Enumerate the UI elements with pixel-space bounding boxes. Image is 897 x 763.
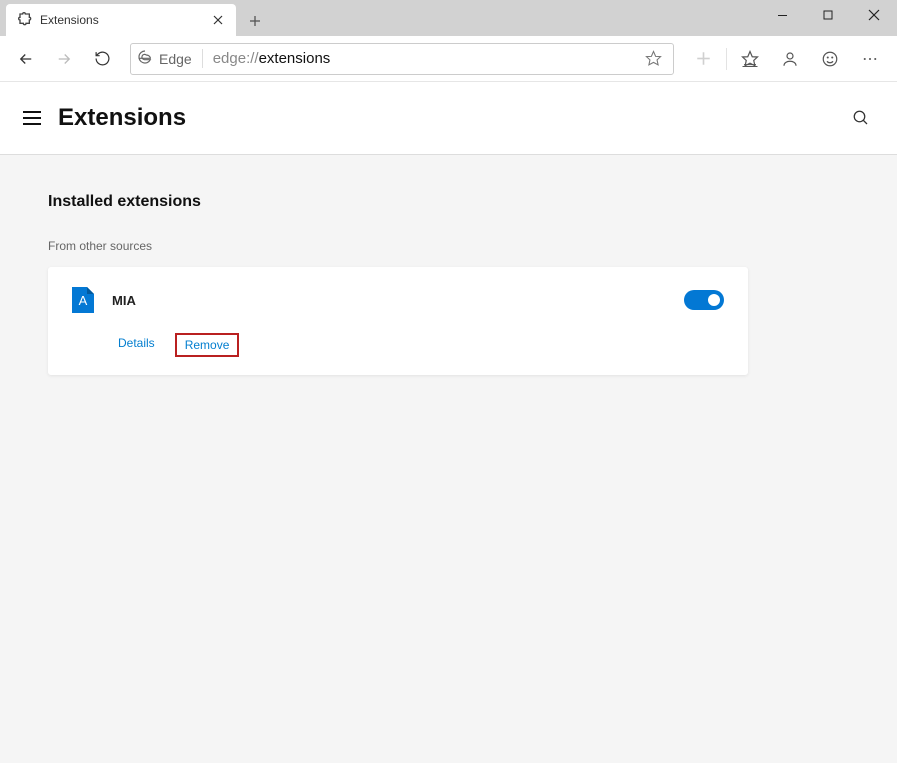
address-url: edge://extensions — [203, 50, 639, 67]
close-window-button[interactable] — [851, 0, 897, 30]
minimize-button[interactable] — [759, 0, 805, 30]
extension-icon: A — [72, 287, 94, 313]
page-header: Extensions — [0, 82, 897, 155]
toolbar-separator — [726, 48, 727, 70]
extension-card: A MIA Details Remove — [48, 267, 748, 375]
extension-name: MIA — [112, 293, 666, 308]
url-path: extensions — [259, 50, 331, 67]
extension-header-row: A MIA — [72, 287, 724, 313]
extension-actions: Details Remove — [72, 333, 724, 357]
smiley-feedback-icon[interactable] — [811, 41, 849, 77]
page-content: Installed extensions From other sources … — [0, 155, 897, 413]
maximize-button[interactable] — [805, 0, 851, 30]
source-label: From other sources — [48, 239, 849, 253]
section-title: Installed extensions — [48, 193, 849, 211]
page-title: Extensions — [58, 104, 831, 132]
extension-toggle[interactable] — [684, 290, 724, 310]
close-tab-button[interactable] — [210, 12, 226, 28]
refresh-button[interactable] — [84, 41, 120, 77]
search-icon[interactable] — [845, 102, 877, 134]
favorite-star-icon[interactable] — [639, 45, 667, 73]
browser-tab[interactable]: Extensions — [6, 4, 236, 36]
more-menu-icon[interactable] — [851, 41, 889, 77]
tabs-strip: Extensions — [0, 0, 270, 36]
tab-title: Extensions — [40, 13, 202, 27]
favorites-icon[interactable] — [731, 41, 769, 77]
window-titlebar: Extensions — [0, 0, 897, 36]
profile-icon[interactable] — [771, 41, 809, 77]
edge-icon — [137, 49, 153, 68]
address-bar[interactable]: Edge edge://extensions — [130, 43, 674, 75]
extension-icon-letter: A — [79, 293, 88, 308]
add-extension-icon[interactable] — [684, 41, 722, 77]
address-brand: Edge — [137, 49, 203, 68]
url-protocol: edge:// — [213, 50, 259, 67]
window-controls — [759, 0, 897, 30]
address-brand-label: Edge — [159, 51, 192, 67]
remove-link[interactable]: Remove — [175, 333, 240, 357]
browser-toolbar: Edge edge://extensions — [0, 36, 897, 82]
menu-hamburger-icon[interactable] — [20, 106, 44, 130]
forward-button[interactable] — [46, 41, 82, 77]
new-tab-button[interactable] — [240, 6, 270, 36]
back-button[interactable] — [8, 41, 44, 77]
extension-puzzle-icon — [16, 12, 32, 28]
details-link[interactable]: Details — [112, 333, 161, 357]
